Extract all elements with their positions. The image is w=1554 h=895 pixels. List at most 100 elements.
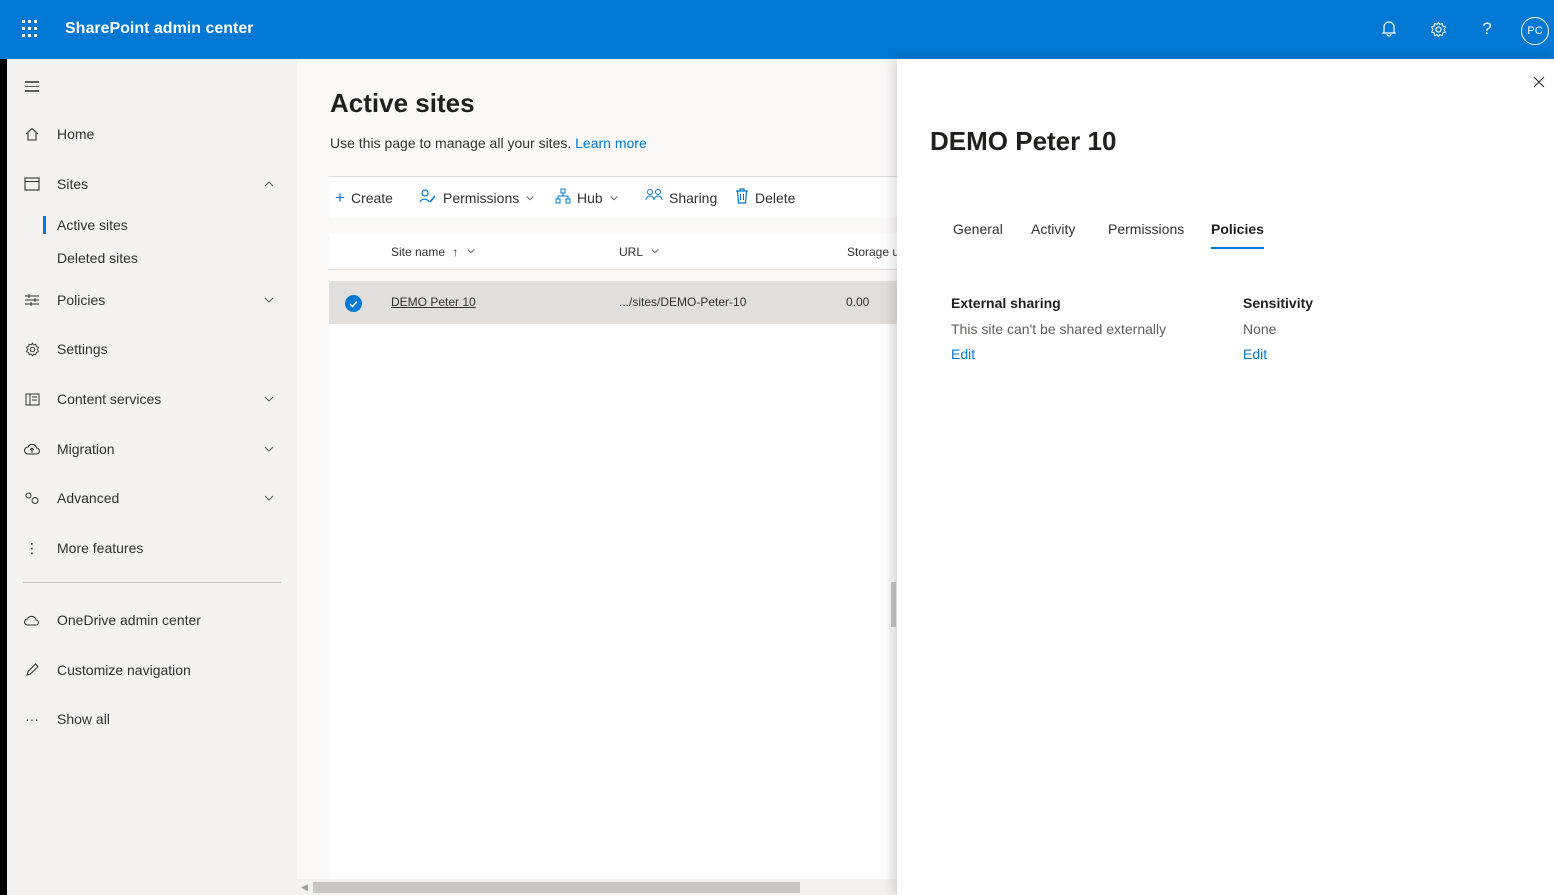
nav-item-settings[interactable]: Settings xyxy=(7,329,297,369)
nav-item-show-all[interactable]: ··· Show all xyxy=(7,699,297,739)
permissions-icon xyxy=(419,188,437,209)
help-icon[interactable]: ? xyxy=(1472,14,1502,44)
sensitivity-label: Sensitivity xyxy=(1243,295,1314,311)
site-details-panel: DEMO Peter 10 General Activity Permissio… xyxy=(897,59,1554,895)
nav-label: More features xyxy=(57,540,144,556)
sharing-label: Sharing xyxy=(669,190,718,206)
migration-icon xyxy=(23,440,41,458)
hub-label: Hub xyxy=(577,190,603,206)
onedrive-icon xyxy=(23,611,41,629)
horizontal-scrollbar[interactable]: ◀ xyxy=(297,879,897,895)
tab-activity[interactable]: Activity xyxy=(1031,221,1075,237)
window-border xyxy=(0,59,7,895)
hamburger-icon[interactable] xyxy=(25,81,39,95)
close-icon[interactable] xyxy=(1531,74,1547,90)
panel-title: DEMO Peter 10 xyxy=(930,126,1117,156)
column-header-site-name[interactable]: Site name ↑ xyxy=(391,245,476,259)
scrollbar-thumb[interactable] xyxy=(313,882,800,893)
hub-button[interactable]: Hub xyxy=(555,177,619,219)
nav-item-policies[interactable]: Policies xyxy=(7,280,297,320)
sites-icon xyxy=(23,175,41,193)
create-label: Create xyxy=(350,190,393,206)
nav-item-home[interactable]: Home xyxy=(7,114,297,154)
page-description: Use this page to manage all your sites. … xyxy=(330,135,647,151)
vertical-scrollbar[interactable] xyxy=(889,324,897,879)
trash-icon xyxy=(735,187,749,209)
suite-header: SharePoint admin center ? PC xyxy=(0,0,1554,59)
column-header-url[interactable]: URL xyxy=(619,245,660,259)
nav-item-customize-navigation[interactable]: Customize navigation xyxy=(7,650,297,690)
chevron-down-icon[interactable] xyxy=(263,294,275,306)
nav-label: Show all xyxy=(57,711,110,727)
nav-item-migration[interactable]: Migration xyxy=(7,429,297,469)
external-sharing-label: External sharing xyxy=(951,295,1061,311)
learn-more-link[interactable]: Learn more xyxy=(575,135,647,151)
delete-label: Delete xyxy=(755,190,796,206)
nav-label: Home xyxy=(57,126,95,142)
nav-label: Content services xyxy=(57,391,162,407)
sharing-button[interactable]: Sharing xyxy=(645,177,717,219)
policies-icon xyxy=(23,291,41,309)
column-label: URL xyxy=(619,245,643,259)
nav-item-content-services[interactable]: Content services xyxy=(7,379,297,419)
nav-label: Sites xyxy=(57,176,89,192)
external-sharing-edit-link[interactable]: Edit xyxy=(951,346,975,362)
sort-ascending-icon: ↑ xyxy=(452,245,459,259)
chevron-down-icon xyxy=(651,249,659,254)
nav-item-sites[interactable]: Sites xyxy=(7,164,297,204)
table-header: Site name ↑ URL Storage u xyxy=(329,234,897,270)
nav-item-onedrive-admin-center[interactable]: OneDrive admin center xyxy=(7,600,297,640)
bell-icon[interactable] xyxy=(1374,14,1404,44)
nav-label: Settings xyxy=(57,341,108,357)
sensitivity-edit-link[interactable]: Edit xyxy=(1243,346,1267,362)
chevron-down-icon[interactable] xyxy=(263,492,275,504)
chevron-down-icon[interactable] xyxy=(263,393,275,405)
tab-permissions[interactable]: Permissions xyxy=(1108,221,1184,237)
app-title[interactable]: SharePoint admin center xyxy=(65,20,254,38)
chevron-down-icon[interactable] xyxy=(263,443,275,455)
nav-divider xyxy=(23,582,281,583)
delete-button[interactable]: Delete xyxy=(735,177,795,219)
nav-label: Migration xyxy=(57,441,115,457)
ellipsis-icon: ··· xyxy=(25,711,39,727)
page-title: Active sites xyxy=(330,88,475,118)
column-header-storage[interactable]: Storage u xyxy=(847,245,897,259)
gear-icon[interactable] xyxy=(1423,14,1453,44)
sharing-icon xyxy=(645,188,663,209)
main-content: Active sites Use this page to manage all… xyxy=(297,59,897,895)
site-name-link[interactable]: DEMO Peter 10 xyxy=(391,295,476,309)
command-bar: + Create Permissions Hub Sharing Delete xyxy=(329,176,897,218)
create-button[interactable]: + Create xyxy=(335,177,393,219)
nav-item-advanced[interactable]: Advanced xyxy=(7,478,297,518)
more-features-icon: ⋮ xyxy=(25,539,39,556)
chevron-down-icon xyxy=(610,196,618,201)
column-label: Site name xyxy=(391,245,446,259)
permissions-label: Permissions xyxy=(443,190,520,206)
hub-icon xyxy=(555,188,571,209)
waffle-icon[interactable] xyxy=(20,18,42,40)
external-sharing-value: This site can't be shared externally xyxy=(951,321,1167,337)
left-navigation: Home Sites Active sites Deleted sites Po… xyxy=(7,59,297,895)
home-icon xyxy=(23,125,41,143)
scroll-left-icon[interactable]: ◀ xyxy=(301,882,308,893)
pencil-icon xyxy=(23,661,41,679)
checkmark-icon[interactable] xyxy=(345,295,362,312)
tab-general[interactable]: General xyxy=(953,221,1003,237)
table-body xyxy=(329,324,897,879)
sidebar-item-deleted-sites[interactable]: Deleted sites xyxy=(57,250,138,266)
tab-policies[interactable]: Policies xyxy=(1211,221,1264,249)
site-url: .../sites/DEMO-Peter-10 xyxy=(619,295,747,309)
nav-item-more-features[interactable]: ⋮ More features xyxy=(7,528,297,568)
advanced-icon xyxy=(23,489,41,507)
chevron-down-icon xyxy=(526,196,534,201)
nav-label: Customize navigation xyxy=(57,662,191,678)
avatar[interactable]: PC xyxy=(1521,17,1549,45)
sensitivity-value: None xyxy=(1243,321,1277,337)
chevron-up-icon[interactable] xyxy=(263,178,275,190)
nav-label: Policies xyxy=(57,292,106,308)
table-row[interactable]: DEMO Peter 10 .../sites/DEMO-Peter-10 0.… xyxy=(329,281,897,324)
content-services-icon xyxy=(23,390,41,408)
plus-icon: + xyxy=(335,188,345,207)
permissions-button[interactable]: Permissions xyxy=(419,177,535,219)
sidebar-item-active-sites[interactable]: Active sites xyxy=(43,216,128,234)
